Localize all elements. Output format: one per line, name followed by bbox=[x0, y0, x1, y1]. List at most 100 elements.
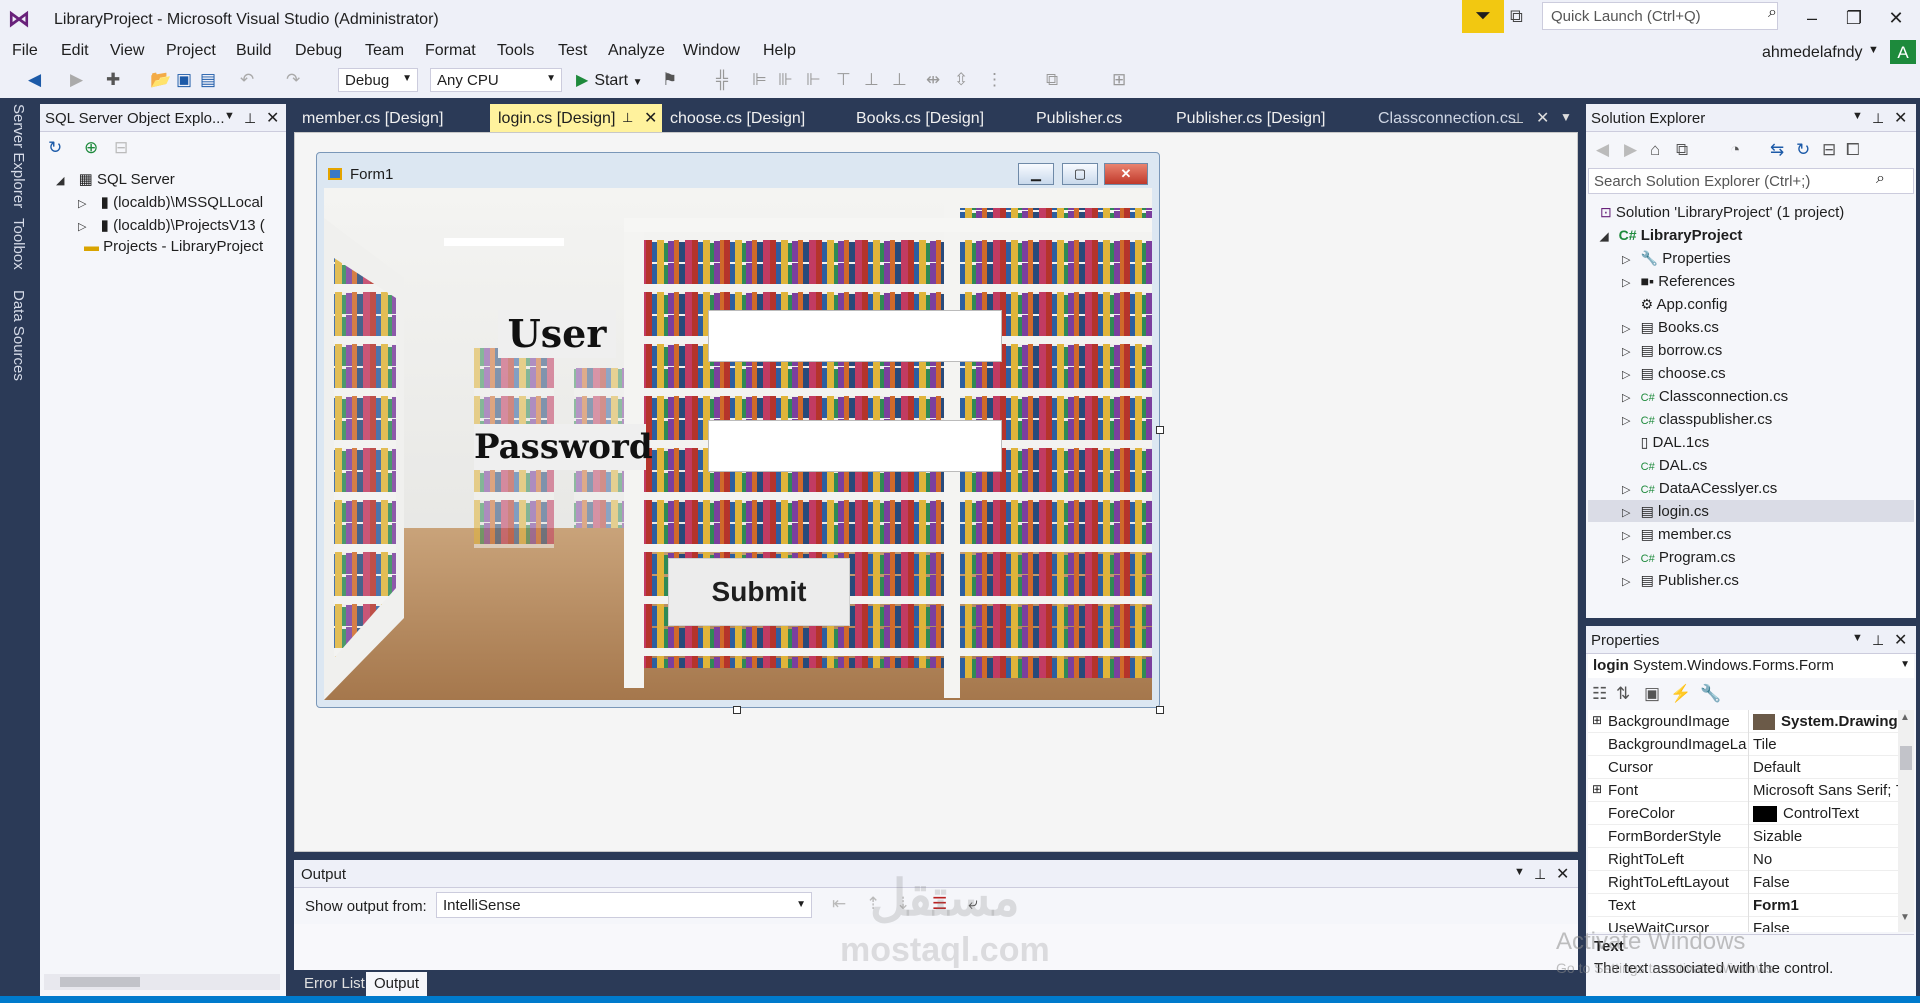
menu-file[interactable]: File bbox=[12, 42, 38, 60]
feedback-icon[interactable]: ⧉ bbox=[1510, 6, 1523, 27]
expand-icon[interactable]: ▷ bbox=[1622, 277, 1630, 289]
submit-button[interactable]: Submit bbox=[668, 558, 850, 626]
solution-item-references[interactable]: ▷ ■▪ References bbox=[1622, 273, 1735, 290]
menu-format[interactable]: Format bbox=[425, 42, 476, 60]
prop-value[interactable]: System.Drawing bbox=[1748, 710, 1898, 733]
expand-icon[interactable]: ▷ bbox=[1622, 507, 1630, 519]
home-icon[interactable]: ⌂ bbox=[1650, 140, 1660, 160]
properties-object-select[interactable]: login System.Windows.Forms.Form ▼ bbox=[1588, 654, 1914, 678]
pin-icon[interactable]: ⊥ bbox=[622, 110, 633, 126]
align-left-icon[interactable]: ⊫ bbox=[752, 70, 767, 90]
resize-handle-corner[interactable] bbox=[1156, 706, 1164, 714]
expand-icon[interactable]: ▷ bbox=[1622, 369, 1630, 381]
events-icon[interactable]: ⚡ bbox=[1670, 684, 1691, 704]
prop-row-backgroundimage[interactable]: ⊞ BackgroundImage System.Drawing bbox=[1588, 710, 1898, 733]
notification-filter-icon[interactable]: ⏷ bbox=[1462, 0, 1504, 33]
menu-project[interactable]: Project bbox=[166, 42, 216, 60]
prop-row-font[interactable]: ⊞ Font Microsoft Sans Serif; 7 bbox=[1588, 779, 1898, 802]
expand-icon[interactable]: ▷ bbox=[78, 221, 86, 233]
close-icon[interactable]: ✕ bbox=[1536, 108, 1549, 128]
prop-row-righttoleftlayout[interactable]: RightToLeftLayout False bbox=[1588, 871, 1898, 894]
expand-icon[interactable]: ▷ bbox=[1622, 392, 1630, 404]
form-minimize-button[interactable]: ▁ bbox=[1018, 163, 1054, 185]
expand-icon[interactable]: ▷ bbox=[1622, 530, 1630, 542]
solution-node[interactable]: ⊡ Solution 'LibraryProject' (1 project) bbox=[1600, 204, 1844, 221]
scrollbar-thumb[interactable] bbox=[60, 977, 140, 987]
menu-analyze[interactable]: Analyze bbox=[608, 42, 665, 60]
chevron-down-icon[interactable]: ▼ bbox=[1852, 632, 1863, 644]
spacing-icon[interactable]: ⇹ bbox=[926, 70, 940, 90]
solution-item-classpublisher[interactable]: ▷ C# classpublisher.cs bbox=[1622, 411, 1772, 428]
maximize-button[interactable]: ❐ bbox=[1834, 4, 1874, 32]
vertical-scrollbar[interactable] bbox=[1898, 710, 1914, 932]
search-icon[interactable]: ⌕ bbox=[1768, 4, 1777, 22]
prop-row-backgroundimagelayout[interactable]: BackgroundImageLa Tile bbox=[1588, 733, 1898, 756]
switch-views-icon[interactable]: ⧉ bbox=[1676, 140, 1688, 160]
prop-value[interactable]: Default bbox=[1748, 756, 1898, 779]
show-all-files-icon[interactable]: ⧠ bbox=[1846, 140, 1860, 160]
tab-classconnection[interactable]: Classconnection.cs bbox=[1370, 104, 1524, 132]
solution-item-login[interactable]: ▷ ▤ login.cs bbox=[1622, 503, 1709, 520]
solution-item-properties[interactable]: ▷ 🔧 Properties bbox=[1622, 250, 1731, 267]
resize-handle-bottom[interactable] bbox=[733, 706, 741, 714]
quick-launch-input[interactable]: Quick Launch (Ctrl+Q) bbox=[1542, 2, 1778, 30]
align-icon[interactable]: ╬ bbox=[716, 70, 728, 90]
align-top-icon[interactable]: ⊤ bbox=[836, 70, 851, 90]
expand-icon[interactable]: ▷ bbox=[1622, 576, 1630, 588]
form-maximize-button[interactable]: ▢ bbox=[1062, 163, 1098, 185]
menu-edit[interactable]: Edit bbox=[61, 42, 89, 60]
tab-order-icon[interactable]: ⊞ bbox=[1112, 70, 1126, 90]
scroll-up-icon[interactable]: ▲ bbox=[1900, 712, 1910, 723]
side-tab-data-sources[interactable]: Data Sources bbox=[10, 290, 27, 381]
minimize-button[interactable]: – bbox=[1792, 4, 1832, 32]
expand-icon[interactable]: ▷ bbox=[78, 198, 86, 210]
start-button[interactable]: ▶ Start ▼ bbox=[576, 70, 642, 90]
project-node[interactable]: ◢ C# LibraryProject bbox=[1600, 227, 1742, 244]
tab-error-list[interactable]: Error List bbox=[296, 972, 373, 996]
solution-item-books[interactable]: ▷ ▤ Books.cs bbox=[1622, 319, 1719, 336]
tree-node-mssqllocal[interactable]: ▷ ▮ (localdb)\MSSQLLocal bbox=[78, 193, 263, 211]
password-textbox[interactable] bbox=[708, 420, 1002, 472]
side-tab-toolbox[interactable]: Toolbox bbox=[10, 218, 27, 270]
disconnect-icon[interactable]: ⊟ bbox=[114, 138, 128, 158]
expand-icon[interactable]: ▷ bbox=[1622, 484, 1630, 496]
properties-icon[interactable]: ▣ bbox=[1644, 684, 1660, 704]
solution-item-dal1[interactable]: ▷ ▯ DAL.1cs bbox=[1622, 434, 1710, 451]
prop-value[interactable]: Microsoft Sans Serif; 7 bbox=[1748, 779, 1898, 802]
prop-value[interactable]: Tile bbox=[1748, 733, 1898, 756]
chevron-down-icon[interactable]: ▼ bbox=[1852, 110, 1863, 122]
categorized-icon[interactable]: ☷ bbox=[1592, 684, 1607, 704]
close-icon[interactable]: ✕ bbox=[1894, 630, 1907, 650]
close-window-button[interactable]: ✕ bbox=[1876, 4, 1916, 32]
close-icon[interactable]: ✕ bbox=[1556, 864, 1569, 884]
solution-search-input[interactable]: Search Solution Explorer (Ctrl+;) bbox=[1588, 168, 1914, 194]
chevron-down-icon[interactable]: ▼ bbox=[1514, 866, 1525, 878]
prop-value[interactable]: Form1 bbox=[1748, 894, 1898, 917]
back-icon[interactable]: ◀ bbox=[28, 70, 41, 90]
add-server-icon[interactable]: ⊕ bbox=[84, 138, 98, 158]
collapse-icon[interactable]: ◢ bbox=[56, 175, 64, 187]
expand-icon[interactable]: ⊞ bbox=[1592, 782, 1602, 796]
forward-icon[interactable]: ▶ bbox=[1624, 140, 1637, 160]
tree-node-projects[interactable]: ▬ Projects - LibraryProject bbox=[84, 238, 263, 255]
search-icon[interactable]: ⌕ bbox=[1876, 170, 1885, 188]
back-icon[interactable]: ◀ bbox=[1596, 140, 1609, 160]
undo-icon[interactable]: ↶ bbox=[240, 70, 254, 90]
expand-icon[interactable]: ⊞ bbox=[1592, 713, 1602, 727]
tree-node-sql-server[interactable]: ◢ ▦ SQL Server bbox=[56, 170, 175, 188]
prop-value[interactable]: No bbox=[1748, 848, 1898, 871]
expand-icon[interactable]: ▷ bbox=[1622, 254, 1630, 266]
close-icon[interactable]: ✕ bbox=[266, 108, 279, 128]
solution-item-program[interactable]: ▷ C# Program.cs bbox=[1622, 549, 1736, 566]
user-textbox[interactable] bbox=[708, 310, 1002, 362]
prop-row-forecolor[interactable]: ForeColor ControlText bbox=[1588, 802, 1898, 825]
redo-icon[interactable]: ↷ bbox=[286, 70, 300, 90]
scroll-down-icon[interactable]: ▼ bbox=[1900, 912, 1910, 923]
new-project-icon[interactable]: ✚ bbox=[106, 70, 120, 90]
tab-choose-design[interactable]: choose.cs [Design] bbox=[662, 104, 813, 132]
pin-icon[interactable]: ⊥ bbox=[1872, 110, 1884, 127]
avatar[interactable]: A bbox=[1890, 40, 1916, 66]
platform-select[interactable]: Any CPU ▼ bbox=[430, 68, 562, 92]
solution-item-classconnection[interactable]: ▷ C# Classconnection.cs bbox=[1622, 388, 1788, 405]
solution-item-app-config[interactable]: ▷ ⚙ App.config bbox=[1622, 296, 1728, 313]
